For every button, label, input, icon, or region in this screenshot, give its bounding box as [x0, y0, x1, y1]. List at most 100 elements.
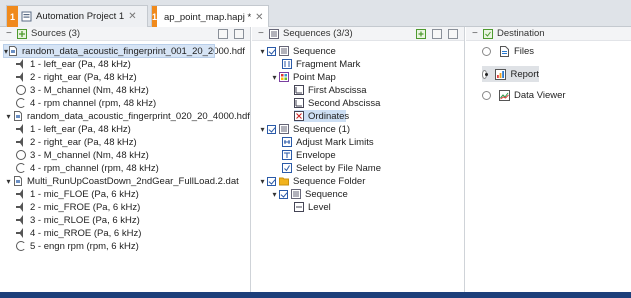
audio-channel-icon	[16, 189, 23, 199]
collapse-icon[interactable]: −	[472, 28, 481, 39]
destination-panel-header[interactable]: − Destination	[466, 27, 631, 41]
destination-option-files[interactable]: Files	[482, 45, 534, 57]
audio-channel-icon	[16, 228, 23, 238]
rpm-channel-icon	[16, 98, 26, 108]
audio-channel-icon	[16, 59, 23, 69]
source-file-row[interactable]: ▾ Multi_RunUpCoastDown_2ndGear_FullLoad.…	[4, 175, 239, 187]
chevron-down-icon[interactable]: ▾	[4, 112, 13, 121]
close-icon[interactable]: ✕	[255, 12, 263, 23]
sequences-panel-header[interactable]: − Sequences (3/3)	[252, 27, 464, 41]
source-file-name: random_data_acoustic_fingerprint_020_20_…	[27, 110, 250, 122]
sequence-label: Sequence	[293, 45, 336, 57]
project-file-icon	[21, 11, 32, 22]
channel-row[interactable]: 1 - left_ear (Pa, 48 kHz)	[16, 58, 131, 70]
source-file-name: Multi_RunUpCoastDown_2ndGear_FullLoad.2.…	[27, 175, 239, 187]
expand-all-icon[interactable]	[234, 29, 244, 39]
folder-icon	[279, 177, 289, 186]
channel-row[interactable]: 3 - M_channel (Nm, 48 kHz)	[16, 149, 149, 161]
sequence-row[interactable]: ▾ Sequence	[270, 188, 348, 200]
sequence-step-row[interactable]: Select by File Name	[282, 162, 381, 174]
channel-row[interactable]: 4 - rpm_channel (rpm, 48 kHz)	[16, 162, 159, 174]
sequence-param-row[interactable]: Second Abscissa	[294, 97, 380, 109]
audio-channel-icon	[16, 215, 23, 225]
sequence-param-label: First Abscissa	[308, 84, 367, 96]
sequence-step-row[interactable]: Adjust Mark Limits	[282, 136, 374, 148]
channel-row[interactable]: 1 - left_ear (Pa, 48 kHz)	[16, 123, 131, 135]
sources-icon	[17, 28, 27, 39]
channel-row[interactable]: 1 - mic_FLOE (Pa, 6 kHz)	[16, 188, 139, 200]
channel-row[interactable]: 2 - right_ear (Pa, 48 kHz)	[16, 136, 137, 148]
channel-label: 4 - rpm channel (rpm, 48 kHz)	[30, 97, 157, 109]
sequence-step-row[interactable]: Level	[294, 201, 331, 213]
sources-panel-header[interactable]: − Sources (3)	[0, 27, 250, 41]
files-icon	[500, 45, 509, 57]
source-file-row[interactable]: ▾ random_data_acoustic_fingerprint_001_2…	[3, 44, 245, 58]
channel-label: 1 - left_ear (Pa, 48 kHz)	[30, 58, 131, 70]
audio-channel-icon	[16, 124, 23, 134]
sequence-step-row[interactable]: Envelope	[282, 149, 336, 161]
sequence-folder-row[interactable]: ▾ Sequence Folder	[258, 175, 365, 187]
abscissa-icon	[294, 85, 304, 95]
radio-button[interactable]	[482, 69, 489, 79]
enabled-checkbox[interactable]	[267, 176, 276, 186]
destination-option-data-viewer[interactable]: Data Viewer	[482, 89, 566, 101]
sequence-param-row[interactable]: First Abscissa	[294, 84, 367, 96]
rpm-channel-icon	[16, 163, 26, 173]
channel-row[interactable]: 3 - mic_RLOE (Pa, 6 kHz)	[16, 214, 140, 226]
sequence-row[interactable]: ▾ Sequence (1)	[258, 123, 350, 135]
sequence-step-label: Fragment Mark	[296, 58, 361, 70]
sequence-row[interactable]: ▾ Sequence	[258, 45, 336, 57]
channel-row[interactable]: 4 - rpm channel (rpm, 48 kHz)	[16, 97, 156, 109]
collapse-icon[interactable]: −	[258, 28, 267, 39]
audio-channel-icon	[16, 137, 23, 147]
sequence-step-label: Point Map	[293, 71, 336, 83]
destination-option-report[interactable]: Report	[482, 66, 539, 82]
sequences-panel: − Sequences (3/3) ▾ Sequence Fragment Ma…	[252, 27, 465, 292]
enabled-checkbox[interactable]	[267, 124, 276, 134]
torque-channel-icon	[16, 150, 26, 160]
source-file-row[interactable]: ▾ random_data_acoustic_fingerprint_020_2…	[4, 110, 250, 122]
sources-panel: − Sources (3) ▾ random_data_acoustic_fin…	[0, 27, 251, 292]
sequence-label: Sequence	[305, 188, 348, 200]
enabled-checkbox[interactable]	[267, 46, 276, 56]
chevron-down-icon[interactable]: ▾	[258, 125, 267, 134]
collapse-icon[interactable]: −	[6, 28, 15, 39]
destination-icon	[483, 28, 493, 39]
envelope-icon	[282, 150, 292, 160]
status-bar	[0, 292, 631, 298]
channel-row[interactable]: 5 - engn rpm (rpm, 6 kHz)	[16, 240, 139, 252]
enabled-checkbox[interactable]	[279, 189, 288, 199]
ordinates-icon	[294, 111, 304, 121]
sequence-step-row[interactable]: Fragment Mark	[282, 58, 360, 70]
tab-ap-point-map[interactable]: 1 ap_point_map.hapj * ✕	[151, 5, 269, 28]
sequences-icon	[269, 28, 279, 39]
audio-channel-icon	[16, 72, 23, 82]
radio-button[interactable]	[482, 90, 491, 100]
select-file-icon	[282, 163, 292, 173]
close-icon[interactable]: ✕	[128, 11, 136, 22]
channel-label: 4 - mic_RROE (Pa, 6 kHz)	[30, 227, 142, 239]
chevron-down-icon[interactable]: ▾	[258, 47, 267, 56]
channel-row[interactable]: 2 - right_ear (Pa, 48 kHz)	[16, 71, 137, 83]
data-file-icon	[14, 111, 22, 121]
torque-channel-icon	[16, 85, 26, 95]
chevron-down-icon[interactable]: ▾	[4, 177, 13, 186]
collapse-all-icon[interactable]	[432, 29, 442, 39]
sequence-param-row-selected[interactable]: Ordinates	[294, 110, 349, 122]
add-sequence-icon[interactable]	[416, 29, 426, 39]
expand-all-icon[interactable]	[448, 29, 458, 39]
sequence-label: Sequence (1)	[293, 123, 351, 135]
channel-row[interactable]: 4 - mic_RROE (Pa, 6 kHz)	[16, 227, 141, 239]
radio-button[interactable]	[482, 46, 491, 56]
channel-row[interactable]: 3 - M_channel (Nm, 48 kHz)	[16, 84, 149, 96]
collapse-all-icon[interactable]	[218, 29, 228, 39]
chevron-down-icon[interactable]: ▾	[270, 73, 279, 82]
chevron-down-icon[interactable]: ▾	[270, 190, 279, 199]
destination-option-label: Data Viewer	[514, 89, 566, 101]
channel-label: 2 - right_ear (Pa, 48 kHz)	[30, 71, 137, 83]
sequence-step-row[interactable]: ▾ Point Map	[270, 71, 336, 83]
chevron-down-icon[interactable]: ▾	[258, 177, 267, 186]
channel-row[interactable]: 2 - mic_FROE (Pa, 6 kHz)	[16, 201, 140, 213]
source-file-name: random_data_acoustic_fingerprint_001_20_…	[22, 45, 245, 57]
tab-automation-project[interactable]: 1 Automation Project 1 ✕	[6, 5, 148, 28]
